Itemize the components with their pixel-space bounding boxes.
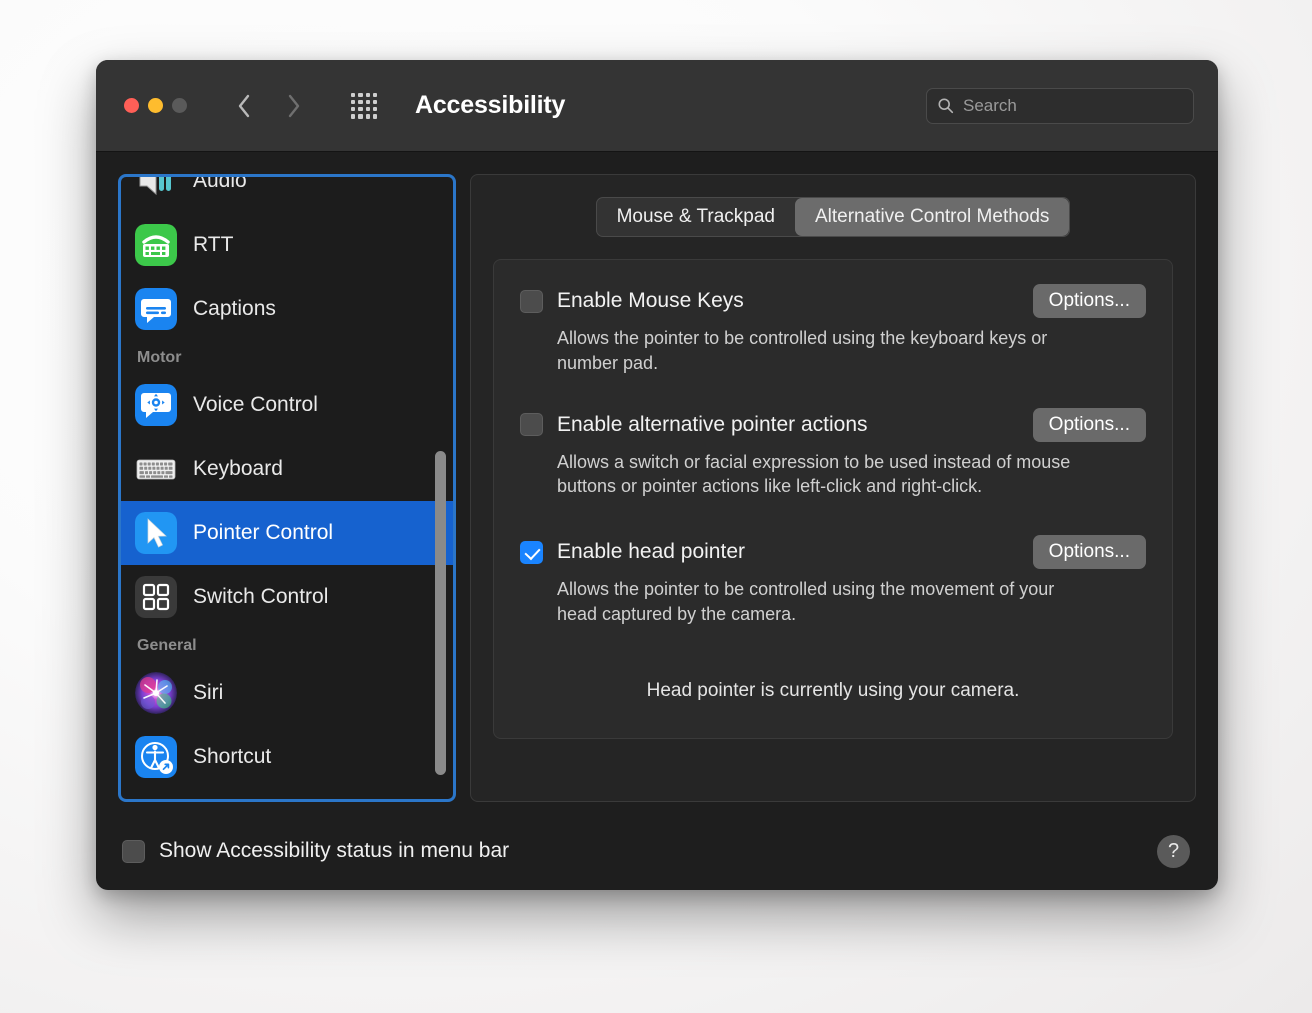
accessibility-shortcut-icon (135, 736, 177, 778)
alternative-pointer-actions-options-button[interactable]: Options... (1033, 408, 1146, 442)
sidebar-scroll-area: Audio (121, 177, 453, 799)
sidebar-item-rtt[interactable]: RTT (121, 213, 453, 277)
tab-mouse-trackpad[interactable]: Mouse & Trackpad (597, 198, 795, 236)
option-description: Allows the pointer to be controlled usin… (557, 326, 1097, 376)
sidebar-item-label: Voice Control (193, 393, 318, 417)
audio-speaker-icon (135, 177, 177, 202)
sidebar-item-label: Keyboard (193, 457, 283, 481)
minimize-button[interactable] (148, 98, 163, 113)
menu-bar-option[interactable]: Show Accessibility status in menu bar (122, 839, 509, 863)
show-all-grid-icon[interactable] (351, 93, 377, 119)
help-button[interactable]: ? (1157, 835, 1190, 868)
siri-orb-icon (135, 672, 177, 714)
sidebar-scrollbar-thumb[interactable] (435, 451, 446, 774)
option-label: Enable alternative pointer actions (557, 413, 868, 437)
zoom-button[interactable] (172, 98, 187, 113)
forward-chevron-icon[interactable] (283, 91, 305, 121)
voice-control-icon (135, 384, 177, 426)
alternative-control-methods-content: Enable Mouse Keys Options... Allows the … (493, 259, 1173, 739)
option-header: Enable alternative pointer actions Optio… (520, 408, 1146, 442)
option-header: Enable Mouse Keys Options... (520, 284, 1146, 318)
option-label: Enable Mouse Keys (557, 289, 744, 313)
pointer-control-panel: Mouse & Trackpad Alternative Control Met… (470, 174, 1196, 802)
keyboard-icon (135, 448, 177, 490)
sidebar-item-captions[interactable]: Captions (121, 277, 453, 341)
sidebar-group-motor: Motor (121, 341, 453, 373)
sidebar-item-voice-control[interactable]: Voice Control (121, 373, 453, 437)
sidebar-item-siri[interactable]: Siri (121, 661, 453, 725)
sidebar-group-general: General (121, 629, 453, 661)
sidebar-item-label: Pointer Control (193, 521, 333, 545)
search-field[interactable] (926, 88, 1194, 124)
sidebar-item-label: RTT (193, 233, 233, 257)
option-header: Enable head pointer Options... (520, 535, 1146, 569)
enable-head-pointer-checkbox[interactable] (520, 541, 543, 564)
window-titlebar: Accessibility (96, 60, 1218, 152)
traffic-lights (124, 98, 187, 113)
mouse-keys-options-button[interactable]: Options... (1033, 284, 1146, 318)
option-enable-alternative-pointer-actions: Enable alternative pointer actions Optio… (520, 408, 1146, 500)
window-footer: Show Accessibility status in menu bar ? (96, 812, 1218, 890)
option-enable-mouse-keys: Enable Mouse Keys Options... Allows the … (520, 284, 1146, 376)
sidebar-list: Audio (121, 177, 453, 789)
sidebar-item-switch-control[interactable]: Switch Control (121, 565, 453, 629)
sidebar-item-shortcut[interactable]: Shortcut (121, 725, 453, 789)
navigation-buttons (233, 91, 305, 121)
captions-bubble-icon (135, 288, 177, 330)
switch-control-icon (135, 576, 177, 618)
option-label: Enable head pointer (557, 540, 745, 564)
sidebar-scrollbar[interactable] (434, 183, 447, 793)
sidebar-item-label: Switch Control (193, 585, 328, 609)
page-title: Accessibility (415, 91, 565, 120)
accessibility-sidebar[interactable]: Audio (118, 174, 456, 802)
sidebar-item-keyboard[interactable]: Keyboard (121, 437, 453, 501)
window-body: Audio (96, 152, 1218, 812)
sidebar-item-label: Audio (193, 177, 247, 193)
back-chevron-icon[interactable] (233, 91, 255, 121)
tab-bar: Mouse & Trackpad Alternative Control Met… (596, 197, 1071, 237)
head-pointer-options-button[interactable]: Options... (1033, 535, 1146, 569)
option-description: Allows a switch or facial expression to … (557, 450, 1097, 500)
enable-alternative-pointer-actions-checkbox[interactable] (520, 413, 543, 436)
show-accessibility-status-checkbox[interactable] (122, 840, 145, 863)
sidebar-item-label: Siri (193, 681, 223, 705)
pointer-arrow-icon (135, 512, 177, 554)
sidebar-item-pointer-control[interactable]: Pointer Control (121, 501, 453, 565)
option-description: Allows the pointer to be controlled usin… (557, 577, 1097, 627)
camera-status-text: Head pointer is currently using your cam… (494, 680, 1172, 702)
sidebar-item-label: Captions (193, 297, 276, 321)
enable-mouse-keys-checkbox[interactable] (520, 290, 543, 313)
show-accessibility-status-label: Show Accessibility status in menu bar (159, 839, 509, 863)
search-input[interactable] (963, 96, 1183, 116)
system-preferences-window: Accessibility (96, 60, 1218, 890)
option-enable-head-pointer: Enable head pointer Options... Allows th… (520, 535, 1146, 627)
tab-alternative-control-methods[interactable]: Alternative Control Methods (795, 198, 1069, 236)
close-button[interactable] (124, 98, 139, 113)
sidebar-item-label: Shortcut (193, 745, 271, 769)
search-icon (937, 97, 954, 114)
sidebar-item-audio[interactable]: Audio (121, 177, 453, 213)
rtt-teletype-icon (135, 224, 177, 266)
